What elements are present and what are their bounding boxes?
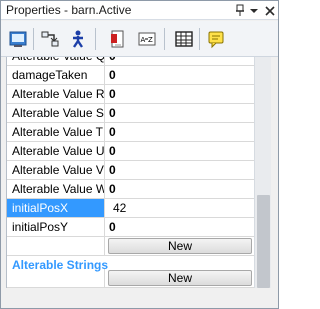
close-icon[interactable] (264, 4, 276, 17)
property-value[interactable]: 0 (109, 85, 253, 103)
property-row[interactable]: damageTaken 0 (7, 66, 254, 85)
toolbar-separator (95, 28, 96, 50)
property-name: Alterable Value W (7, 180, 105, 198)
chevron-down-icon[interactable] (248, 4, 260, 17)
window-title: Properties - barn.Active (6, 3, 132, 17)
property-value-input[interactable]: 42 (113, 199, 254, 217)
property-name: Alterable Value S (7, 104, 105, 122)
empty-cell (7, 237, 105, 255)
property-row[interactable]: Alterable Value U 0 (7, 142, 254, 161)
property-row[interactable]: Alterable Value V 0 (7, 161, 254, 180)
property-name: initialPosY (7, 218, 105, 236)
property-row[interactable]: Alterable Value R 0 (7, 85, 254, 104)
new-string-row: New (7, 269, 254, 288)
property-row[interactable]: initialPosY 0 (7, 218, 254, 237)
property-value[interactable]: 0 (109, 218, 253, 236)
new-value-row: New (7, 237, 254, 256)
scrollbar-thumb[interactable] (257, 195, 270, 288)
behaviors-icon[interactable] (66, 27, 90, 51)
svg-text:A: A (141, 36, 146, 44)
property-row[interactable]: Alterable Value Q 0 (7, 57, 254, 66)
property-name: Alterable Value T (7, 123, 105, 141)
property-grid: Alterable Value Q 0 damageTaken 0 Altera… (6, 57, 254, 288)
new-alterable-string-button[interactable]: New (108, 270, 252, 286)
toolbar-separator (199, 28, 200, 50)
property-row-selected[interactable]: initialPosX 42 (7, 199, 254, 218)
property-value[interactable]: 0 (109, 57, 253, 65)
grid-view-icon[interactable] (172, 27, 196, 51)
property-name: Alterable Value R (7, 85, 105, 103)
property-row[interactable]: Alterable Value W 0 (7, 180, 254, 199)
property-value[interactable]: 0 (109, 161, 253, 179)
toolbar-separator (164, 28, 165, 50)
property-name: Alterable Value Q (7, 57, 105, 65)
property-name: initialPosX (7, 199, 105, 217)
property-name: Alterable Value V (7, 161, 105, 179)
svg-text:Z: Z (148, 36, 153, 44)
comment-icon[interactable] (204, 27, 228, 51)
property-row[interactable]: Alterable Value T 0 (7, 123, 254, 142)
property-value[interactable]: 0 (109, 66, 253, 84)
property-name: damageTaken (7, 66, 105, 84)
property-value[interactable]: 0 (109, 180, 253, 198)
properties-panel: Properties - barn.Active AZ damageTaken … (0, 0, 279, 309)
events-icon[interactable] (38, 27, 62, 51)
property-row[interactable]: Alterable Value S 0 (7, 104, 254, 123)
sort-az-icon[interactable]: AZ (135, 27, 159, 51)
property-value[interactable]: 0 (109, 123, 253, 141)
new-alterable-value-button[interactable]: New (108, 238, 252, 254)
properties-icon[interactable] (6, 27, 30, 51)
toolbar-separator (33, 28, 34, 50)
vertical-scrollbar[interactable] (254, 57, 271, 288)
toolbar: AZ (1, 21, 278, 57)
property-value[interactable]: 0 (109, 142, 253, 160)
pin-icon[interactable] (234, 4, 246, 17)
title-bar: Properties - barn.Active (1, 1, 278, 20)
bookmark-icon[interactable] (105, 27, 129, 51)
panel-footer (1, 288, 278, 308)
property-value[interactable]: 0 (109, 104, 253, 122)
property-name: Alterable Value U (7, 142, 105, 160)
empty-cell (7, 269, 105, 287)
